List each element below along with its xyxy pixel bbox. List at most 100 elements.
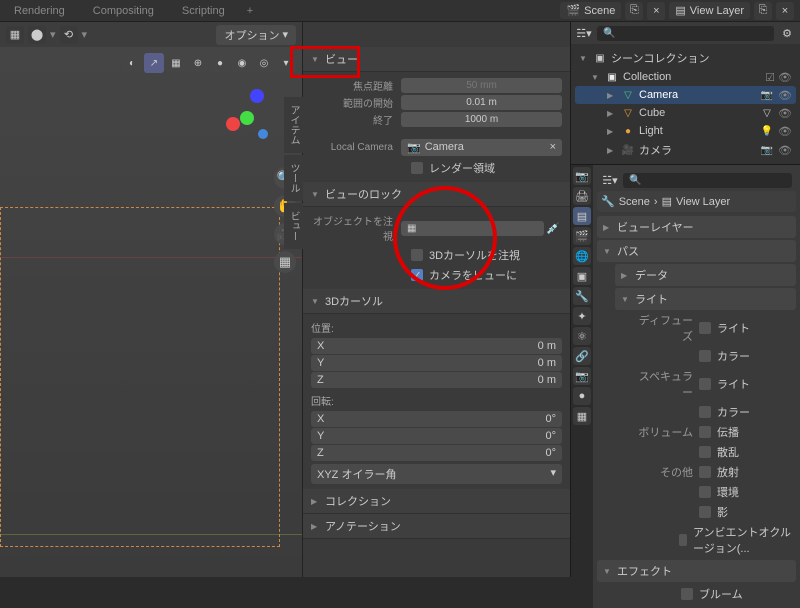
tree-item-light[interactable]: ▶●Light💡👁 — [575, 122, 796, 140]
outliner-mode-button[interactable]: ☵▾ — [575, 24, 593, 42]
viewlayer-delete-button[interactable]: × — [776, 2, 794, 20]
lock-obj-field[interactable]: ▦ — [401, 221, 544, 236]
clipstart-field[interactable]: 0.01 m — [401, 95, 562, 110]
npanel-tab-item[interactable]: アイテム — [284, 97, 303, 153]
scene-icon: 🎬 — [566, 4, 580, 17]
lock-3dcursor-checkbox[interactable] — [411, 249, 423, 261]
cursor-loc-z[interactable]: Z0 m — [311, 372, 562, 388]
outliner-filter-button[interactable]: ⚙ — [778, 24, 796, 42]
shadow-chk[interactable] — [699, 506, 711, 518]
editor-type-button[interactable]: ▦ — [6, 26, 24, 44]
ao-chk[interactable] — [679, 534, 687, 546]
orientation-button[interactable]: ⟲ — [60, 26, 78, 44]
tree-item-cube[interactable]: ▶▽Cube▽👁 — [575, 104, 796, 122]
focal-label: 焦点距離 — [311, 78, 401, 93]
diffuse-color-chk[interactable] — [699, 350, 711, 362]
scene-delete-button[interactable]: × — [647, 2, 665, 20]
props-search[interactable]: 🔍 — [623, 173, 792, 188]
outliner-search[interactable]: 🔍 — [597, 26, 774, 41]
ptab-modifier[interactable]: 🔧 — [573, 287, 591, 305]
gizmo-x-axis[interactable] — [226, 117, 240, 131]
ptab-data[interactable]: 📷 — [573, 367, 591, 385]
tab-rendering[interactable]: Rendering — [0, 1, 79, 21]
scene-selector[interactable]: 🎬Scene — [560, 2, 621, 19]
volume-label: ボリューム — [633, 424, 693, 440]
ptab-particle[interactable]: ✦ — [573, 307, 591, 325]
ptab-world[interactable]: 🌐 — [573, 247, 591, 265]
ptab-material[interactable]: ● — [573, 387, 591, 405]
bloom-chk[interactable] — [681, 588, 693, 600]
vol-trans-chk[interactable] — [699, 426, 711, 438]
panel-collections-header[interactable]: ▶コレクション — [303, 489, 570, 514]
gizmo-z-axis[interactable] — [250, 89, 264, 103]
tree-item-kamera[interactable]: ▶🎥カメラ📷👁 — [575, 140, 796, 160]
spec-color-chk[interactable] — [699, 406, 711, 418]
shade-solid[interactable]: ● — [210, 53, 230, 73]
shade-menu[interactable]: ▾ — [276, 53, 296, 73]
add-workspace-button[interactable]: + — [239, 1, 261, 21]
panel-annotation-header[interactable]: ▶アノテーション — [303, 514, 570, 539]
lock-3dcursor-label: 3Dカーソルを注視 — [429, 247, 520, 263]
psec-pass[interactable]: ▼パス — [597, 240, 796, 262]
localcam-field[interactable]: 📷Camera× — [401, 139, 562, 156]
emit-chk[interactable] — [699, 466, 711, 478]
shade-matprev[interactable]: ◉ — [232, 53, 252, 73]
perspective-button[interactable]: ▦ — [274, 251, 296, 273]
panel-3dcursor-header[interactable]: ▼3Dカーソル — [303, 289, 570, 314]
viewlayer-selector[interactable]: ▤View Layer — [669, 2, 750, 19]
vol-scatter-chk[interactable] — [699, 446, 711, 458]
tree-collection[interactable]: ▼▣Collection☑ 👁 — [575, 68, 796, 86]
tab-scripting[interactable]: Scripting — [168, 1, 239, 21]
cursor-euler-mode[interactable]: XYZ オイラー角▾ — [311, 464, 562, 484]
ptab-output[interactable]: 🖨 — [573, 187, 591, 205]
panel-view-header[interactable]: ▼ビュー — [303, 47, 570, 72]
cursor-loc-x[interactable]: X0 m — [311, 338, 562, 354]
npanel-tab-tool[interactable]: ツール — [284, 155, 303, 201]
shade-render[interactable]: ◎ — [254, 53, 274, 73]
lock-camera-checkbox[interactable]: ✓ — [411, 269, 423, 281]
ptab-constraint[interactable]: 🔗 — [573, 347, 591, 365]
psec-effect[interactable]: ▼エフェクト — [597, 560, 796, 582]
ptab-object[interactable]: ▣ — [573, 267, 591, 285]
overlay-toggle[interactable]: ◐ — [122, 53, 142, 73]
ptab-texture[interactable]: ▦ — [573, 407, 591, 425]
shade-wire[interactable]: ⊕ — [188, 53, 208, 73]
cursor-loc-y[interactable]: Y0 m — [311, 355, 562, 371]
cursor-rot-y[interactable]: Y0° — [311, 428, 562, 444]
render-region-label: レンダー領域 — [429, 160, 495, 176]
diffuse-label: ディフューズ — [633, 312, 693, 344]
focal-field[interactable]: 50 mm — [401, 78, 562, 93]
tree-scene-collection[interactable]: ▼▣シーンコレクション — [575, 48, 796, 68]
gizmo-toggle[interactable]: ↗ — [144, 53, 164, 73]
render-region-checkbox[interactable] — [411, 162, 423, 174]
3d-viewport[interactable]: ▦ ⬤ ▾ ⟲ ▾ オプション▾ ◐ ↗ ▦ ⊕ ● ◉ ◎ ▾ — [0, 22, 302, 577]
diffuse-light-chk[interactable] — [699, 322, 711, 334]
xray-toggle[interactable]: ▦ — [166, 53, 186, 73]
gizmo-neg-axis[interactable] — [258, 129, 268, 139]
scene-new-button[interactable]: ⎘ — [625, 2, 643, 20]
viewlayer-new-button[interactable]: ⎘ — [754, 2, 772, 20]
spec-light-chk[interactable] — [699, 378, 711, 390]
cursor-rot-x[interactable]: X0° — [311, 411, 562, 427]
ptab-scene[interactable]: 🎬 — [573, 227, 591, 245]
psec-viewlayer[interactable]: ▶ビューレイヤー — [597, 216, 796, 238]
mode-button[interactable]: ⬤ — [28, 26, 46, 44]
ptab-viewlayer[interactable]: ▤ — [573, 207, 591, 225]
env-chk[interactable] — [699, 486, 711, 498]
ptab-physics[interactable]: ⚛ — [573, 327, 591, 345]
npanel-tab-view[interactable]: ビュー — [284, 203, 303, 249]
gizmo-y-axis[interactable] — [240, 111, 254, 125]
options-dropdown[interactable]: オプション▾ — [216, 25, 296, 45]
eyedropper-icon[interactable]: 💉 — [544, 222, 562, 235]
psec-data[interactable]: ▶データ — [615, 264, 796, 286]
nav-gizmo[interactable] — [222, 87, 282, 147]
tree-item-camera[interactable]: ▶▽Camera📷👁 — [575, 86, 796, 104]
clipend-field[interactable]: 1000 m — [401, 112, 562, 127]
psec-light[interactable]: ▼ライト — [615, 288, 796, 310]
viewport-canvas[interactable]: ◐ ↗ ▦ ⊕ ● ◉ ◎ ▾ 🔍 ✋ 🎥 ▦ — [0, 47, 302, 577]
ptab-render[interactable]: 📷 — [573, 167, 591, 185]
props-mode-button[interactable]: ☵▾ — [601, 171, 619, 189]
tab-compositing[interactable]: Compositing — [79, 1, 168, 21]
cursor-rot-z[interactable]: Z0° — [311, 445, 562, 461]
panel-viewlock-header[interactable]: ▼ビューのロック — [303, 182, 570, 207]
